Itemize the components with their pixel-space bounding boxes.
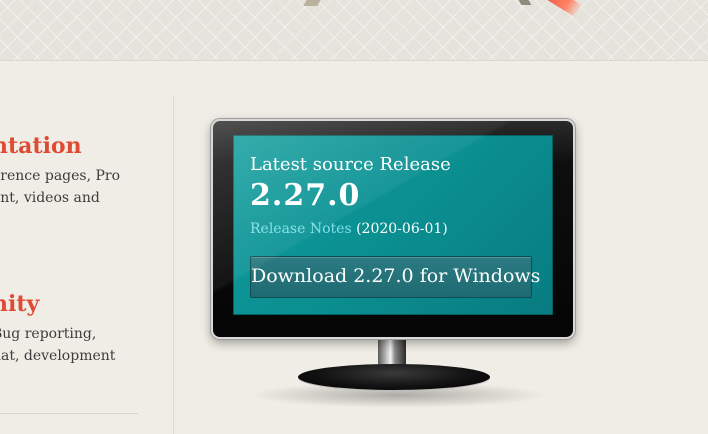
community-heading[interactable]: nity bbox=[0, 291, 152, 317]
release-version: 2.27.0 bbox=[250, 178, 361, 213]
community-description: Bug reporting, hat, development bbox=[0, 323, 152, 367]
release-notes-link[interactable]: Release Notes bbox=[250, 221, 352, 237]
monitor-screen: Latest source Release 2.27.0 Release Not… bbox=[233, 135, 553, 315]
header-pattern-band bbox=[0, 0, 708, 61]
monitor-illustration: Latest source Release 2.27.0 Release Not… bbox=[211, 119, 575, 339]
documentation-line: erence pages, Pro bbox=[0, 168, 121, 184]
release-date: (2020-06-01) bbox=[356, 221, 448, 237]
documentation-line: ent, videos and bbox=[0, 190, 100, 206]
community-section: nity Bug reporting, hat, development bbox=[0, 291, 152, 367]
documentation-description: erence pages, Pro ent, videos and l. bbox=[0, 165, 152, 231]
monitor-stand-base bbox=[298, 364, 490, 390]
community-line: hat, development bbox=[0, 348, 116, 364]
decorative-ribbon bbox=[303, 0, 321, 6]
column-divider bbox=[173, 95, 174, 434]
release-title: Latest source Release bbox=[250, 154, 451, 175]
decorative-red-ribbon bbox=[534, 0, 584, 18]
release-notes-line: Release Notes (2020-06-01) bbox=[250, 221, 448, 237]
section-divider bbox=[0, 413, 138, 414]
decorative-ribbon-shadow bbox=[518, 0, 532, 5]
documentation-section: ntation erence pages, Pro ent, videos an… bbox=[0, 133, 152, 231]
download-button[interactable]: Download 2.27.0 for Windows bbox=[250, 256, 540, 298]
community-line: Bug reporting, bbox=[0, 326, 97, 342]
documentation-line: l. bbox=[0, 212, 1, 228]
documentation-heading[interactable]: ntation bbox=[0, 133, 152, 159]
